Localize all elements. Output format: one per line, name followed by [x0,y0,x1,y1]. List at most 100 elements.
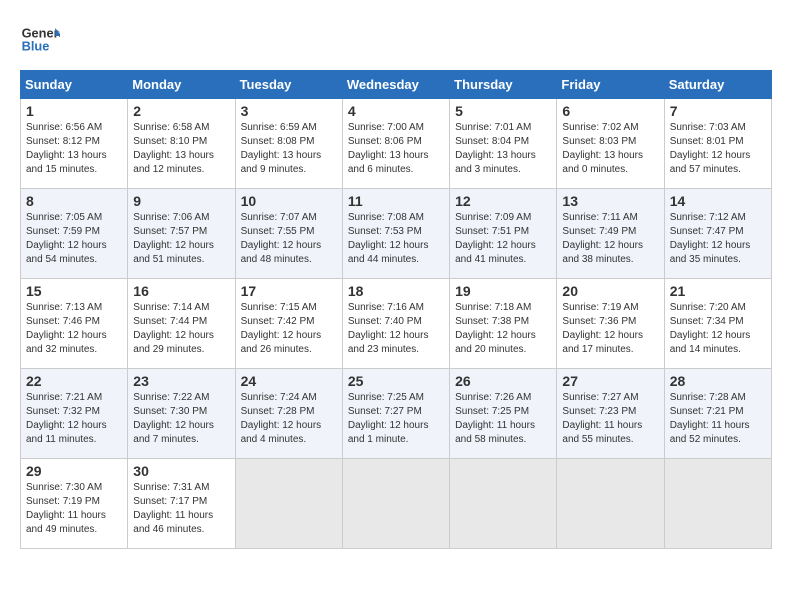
day-info: Sunrise: 7:14 AMSunset: 7:44 PMDaylight:… [133,301,229,357]
day-info: Sunrise: 7:00 AMSunset: 8:06 PMDaylight:… [348,121,444,177]
weekday-header-tuesday: Tuesday [235,71,342,99]
day-number: 9 [133,193,229,209]
calendar-day-cell: 1 Sunrise: 6:56 AMSunset: 8:12 PMDaylight… [21,99,128,189]
calendar-day-cell: 30 Sunrise: 7:31 AMSunset: 7:17 PMDayligh… [128,459,235,549]
header: General Blue [20,20,772,60]
day-info: Sunrise: 7:15 AMSunset: 7:42 PMDaylight:… [241,301,337,357]
day-number: 16 [133,283,229,299]
calendar-day-cell: 12 Sunrise: 7:09 AMSunset: 7:51 PMDayligh… [450,189,557,279]
day-info: Sunrise: 6:58 AMSunset: 8:10 PMDaylight:… [133,121,229,177]
svg-text:Blue: Blue [22,38,50,53]
calendar-week-row: 29Sunrise: 7:30 AMSunset: 7:19 PMDayligh… [21,459,772,549]
weekday-header-friday: Friday [557,71,664,99]
day-number: 23 [133,373,229,389]
day-number: 3 [241,103,337,119]
day-number: 15 [26,283,122,299]
day-info: Sunrise: 7:19 AMSunset: 7:36 PMDaylight:… [562,301,658,357]
day-info: Sunrise: 7:27 AMSunset: 7:23 PMDaylight:… [562,391,658,447]
day-info: Sunrise: 7:21 AMSunset: 7:32 PMDaylight:… [26,391,122,447]
day-info: Sunrise: 7:18 AMSunset: 7:38 PMDaylight:… [455,301,551,357]
calendar-day-cell: 25 Sunrise: 7:25 AMSunset: 7:27 PMDayligh… [342,369,449,459]
calendar-day-cell: 27 Sunrise: 7:27 AMSunset: 7:23 PMDayligh… [557,369,664,459]
calendar-day-cell: 14 Sunrise: 7:12 AMSunset: 7:47 PMDayligh… [664,189,771,279]
calendar-day-cell: 9 Sunrise: 7:06 AMSunset: 7:57 PMDaylight… [128,189,235,279]
calendar-day-cell [235,459,342,549]
day-info: Sunrise: 7:28 AMSunset: 7:21 PMDaylight:… [670,391,766,447]
calendar-day-cell: 2 Sunrise: 6:58 AMSunset: 8:10 PMDaylight… [128,99,235,189]
calendar-day-cell: 19 Sunrise: 7:18 AMSunset: 7:38 PMDayligh… [450,279,557,369]
day-info: Sunrise: 7:02 AMSunset: 8:03 PMDaylight:… [562,121,658,177]
day-number: 14 [670,193,766,209]
calendar-day-cell: 13 Sunrise: 7:11 AMSunset: 7:49 PMDayligh… [557,189,664,279]
day-number: 29 [26,463,122,479]
weekday-header-thursday: Thursday [450,71,557,99]
day-info: Sunrise: 7:31 AMSunset: 7:17 PMDaylight:… [133,481,229,537]
calendar-day-cell: 28 Sunrise: 7:28 AMSunset: 7:21 PMDayligh… [664,369,771,459]
day-info: Sunrise: 7:08 AMSunset: 7:53 PMDaylight:… [348,211,444,267]
calendar-day-cell: 26 Sunrise: 7:26 AMSunset: 7:25 PMDayligh… [450,369,557,459]
calendar-day-cell: 24 Sunrise: 7:24 AMSunset: 7:28 PMDayligh… [235,369,342,459]
calendar-day-cell: 3Sunrise: 6:59 AMSunset: 8:08 PMDaylight… [235,99,342,189]
calendar-week-row: 1 Sunrise: 6:56 AMSunset: 8:12 PMDaylight… [21,99,772,189]
day-number: 22 [26,373,122,389]
calendar-day-cell: 21 Sunrise: 7:20 AMSunset: 7:34 PMDayligh… [664,279,771,369]
day-info: Sunrise: 7:11 AMSunset: 7:49 PMDaylight:… [562,211,658,267]
day-number: 20 [562,283,658,299]
calendar-day-cell: 17 Sunrise: 7:15 AMSunset: 7:42 PMDayligh… [235,279,342,369]
day-number: 30 [133,463,229,479]
day-number: 12 [455,193,551,209]
day-number: 21 [670,283,766,299]
calendar-day-cell: 18 Sunrise: 7:16 AMSunset: 7:40 PMDayligh… [342,279,449,369]
calendar-day-cell: 11 Sunrise: 7:08 AMSunset: 7:53 PMDayligh… [342,189,449,279]
day-number: 2 [133,103,229,119]
calendar-day-cell: 29Sunrise: 7:30 AMSunset: 7:19 PMDayligh… [21,459,128,549]
day-info: Sunrise: 6:56 AMSunset: 8:12 PMDaylight:… [26,121,122,177]
day-number: 13 [562,193,658,209]
day-info: Sunrise: 7:13 AMSunset: 7:46 PMDaylight:… [26,301,122,357]
day-number: 24 [241,373,337,389]
day-number: 28 [670,373,766,389]
calendar-week-row: 15 Sunrise: 7:13 AMSunset: 7:46 PMDayligh… [21,279,772,369]
calendar-day-cell: 7 Sunrise: 7:03 AMSunset: 8:01 PMDaylight… [664,99,771,189]
calendar-day-cell [557,459,664,549]
day-info: Sunrise: 7:22 AMSunset: 7:30 PMDaylight:… [133,391,229,447]
day-number: 19 [455,283,551,299]
day-number: 10 [241,193,337,209]
day-info: Sunrise: 7:20 AMSunset: 7:34 PMDaylight:… [670,301,766,357]
weekday-header-monday: Monday [128,71,235,99]
day-number: 7 [670,103,766,119]
day-number: 11 [348,193,444,209]
day-info: Sunrise: 7:01 AMSunset: 8:04 PMDaylight:… [455,121,551,177]
day-info: Sunrise: 7:09 AMSunset: 7:51 PMDaylight:… [455,211,551,267]
logo-icon: General Blue [20,20,60,60]
weekday-header-sunday: Sunday [21,71,128,99]
weekday-header-saturday: Saturday [664,71,771,99]
calendar-week-row: 22 Sunrise: 7:21 AMSunset: 7:32 PMDayligh… [21,369,772,459]
day-info: Sunrise: 7:24 AMSunset: 7:28 PMDaylight:… [241,391,337,447]
day-number: 1 [26,103,122,119]
calendar-day-cell: 23 Sunrise: 7:22 AMSunset: 7:30 PMDayligh… [128,369,235,459]
day-number: 18 [348,283,444,299]
day-number: 17 [241,283,337,299]
day-number: 27 [562,373,658,389]
day-info: Sunrise: 7:03 AMSunset: 8:01 PMDaylight:… [670,121,766,177]
day-number: 25 [348,373,444,389]
calendar-day-cell: 20 Sunrise: 7:19 AMSunset: 7:36 PMDayligh… [557,279,664,369]
day-number: 26 [455,373,551,389]
day-info: Sunrise: 7:06 AMSunset: 7:57 PMDaylight:… [133,211,229,267]
calendar-day-cell: 16 Sunrise: 7:14 AMSunset: 7:44 PMDayligh… [128,279,235,369]
calendar-table: SundayMondayTuesdayWednesdayThursdayFrid… [20,70,772,549]
day-number: 6 [562,103,658,119]
day-info: Sunrise: 7:05 AMSunset: 7:59 PMDaylight:… [26,211,122,267]
day-number: 8 [26,193,122,209]
day-info: Sunrise: 7:26 AMSunset: 7:25 PMDaylight:… [455,391,551,447]
calendar-day-cell [450,459,557,549]
day-info: Sunrise: 7:12 AMSunset: 7:47 PMDaylight:… [670,211,766,267]
calendar-day-cell: 8 Sunrise: 7:05 AMSunset: 7:59 PMDaylight… [21,189,128,279]
calendar-day-cell: 4 Sunrise: 7:00 AMSunset: 8:06 PMDaylight… [342,99,449,189]
calendar-day-cell: 10Sunrise: 7:07 AMSunset: 7:55 PMDayligh… [235,189,342,279]
calendar-week-row: 8 Sunrise: 7:05 AMSunset: 7:59 PMDaylight… [21,189,772,279]
day-info: Sunrise: 7:16 AMSunset: 7:40 PMDaylight:… [348,301,444,357]
day-info: Sunrise: 7:25 AMSunset: 7:27 PMDaylight:… [348,391,444,447]
day-number: 4 [348,103,444,119]
